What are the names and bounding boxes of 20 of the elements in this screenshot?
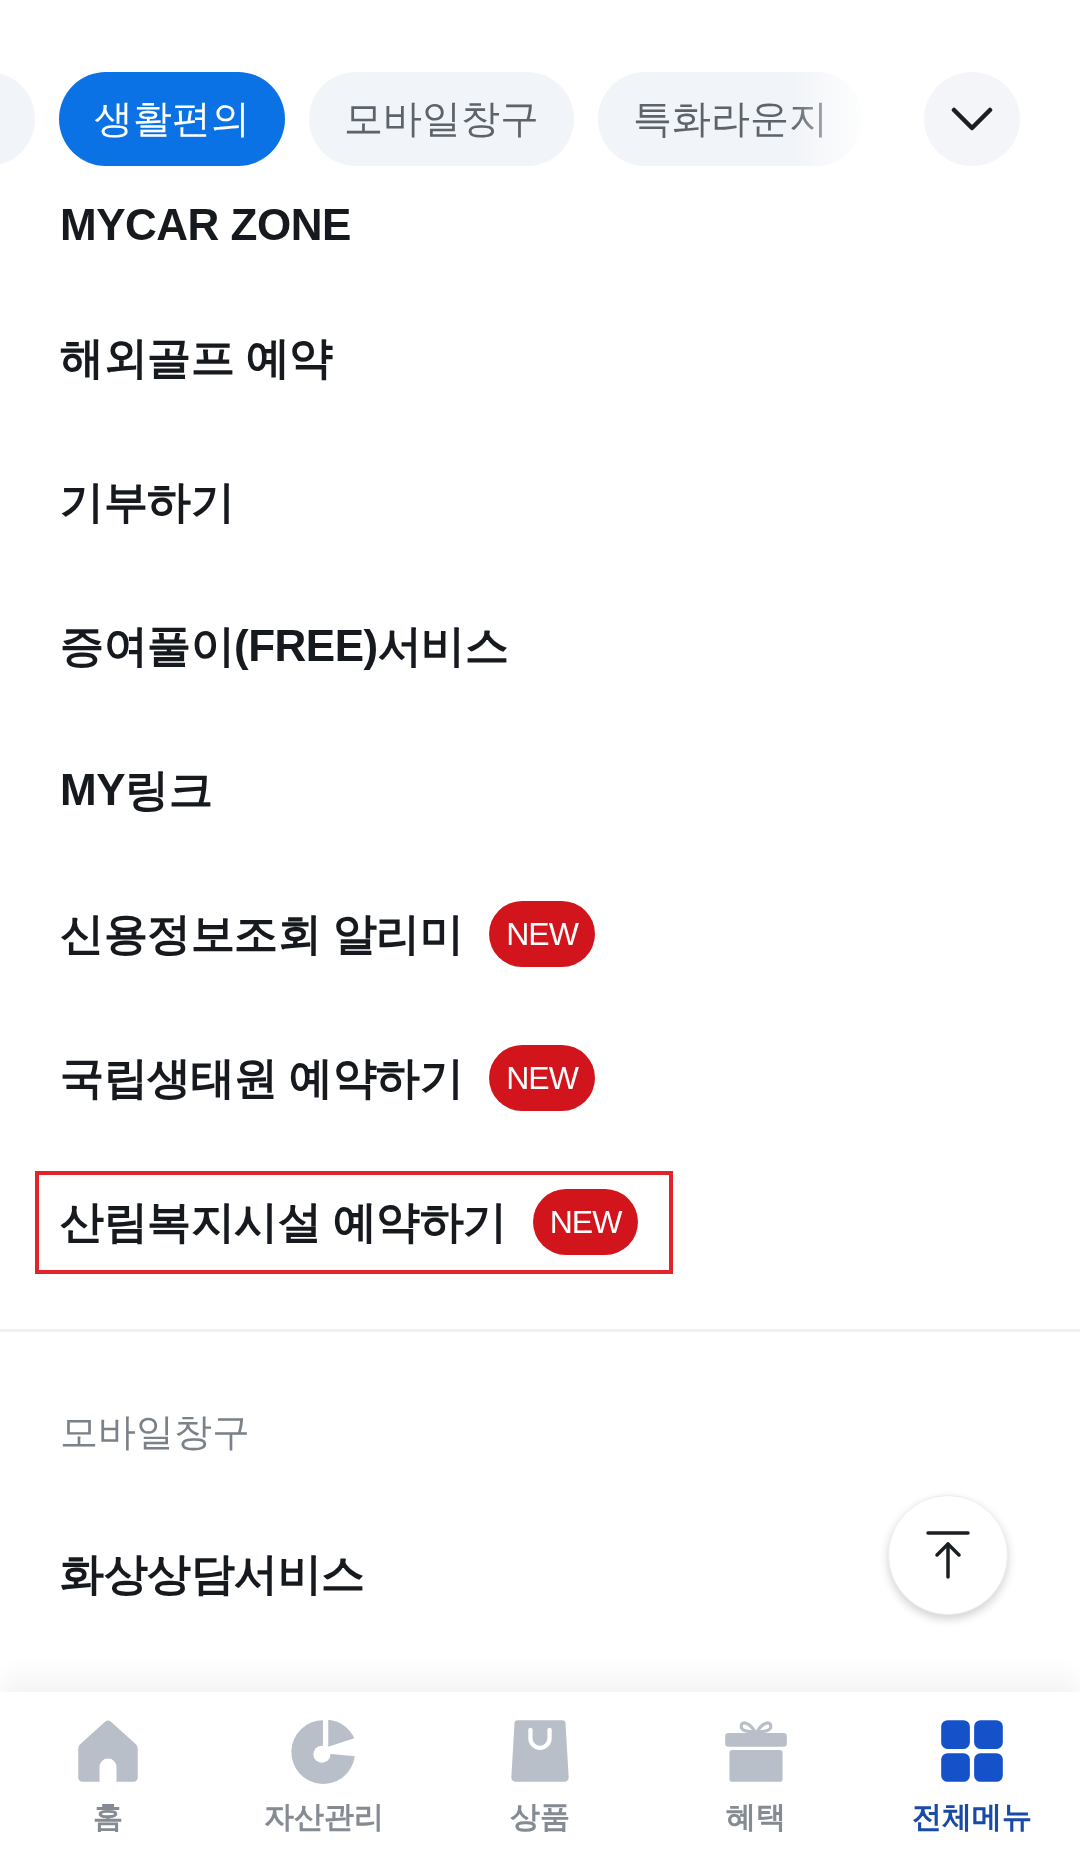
menu-item[interactable]: MY링크 bbox=[60, 765, 212, 815]
menu-item[interactable]: 기부하기 bbox=[60, 477, 234, 527]
category-tab[interactable]: 생활편의 bbox=[59, 72, 285, 166]
section-heading: 모바일창구 bbox=[60, 1410, 250, 1455]
chevron-down-icon bbox=[951, 107, 993, 131]
menu-item[interactable]: 국립생태원 예약하기 bbox=[60, 1053, 464, 1103]
menu-item[interactable]: 산림복지시설 예약하기 bbox=[60, 1197, 507, 1247]
new-badge: NEW bbox=[489, 901, 595, 967]
new-badge: NEW bbox=[489, 1045, 595, 1111]
scroll-to-top-button[interactable] bbox=[888, 1495, 1008, 1615]
new-badge: NEW bbox=[532, 1189, 639, 1255]
nav-tab[interactable]: 전체메뉴 bbox=[864, 1692, 1080, 1852]
menu-item[interactable]: 신용정보조회 알리미 bbox=[60, 909, 464, 959]
grid-icon bbox=[938, 1717, 1006, 1785]
menu-item[interactable]: MYCAR ZONE bbox=[60, 200, 351, 250]
pie-chart-icon bbox=[290, 1717, 358, 1785]
menu-item[interactable]: 증여풀이(FREE)서비스 bbox=[60, 621, 509, 671]
category-tab[interactable]: 모바일창구 bbox=[309, 72, 574, 166]
menu-item[interactable]: 화상상담서비스 bbox=[60, 1549, 365, 1599]
menu-item[interactable]: 해외골프 예약 bbox=[60, 333, 333, 383]
